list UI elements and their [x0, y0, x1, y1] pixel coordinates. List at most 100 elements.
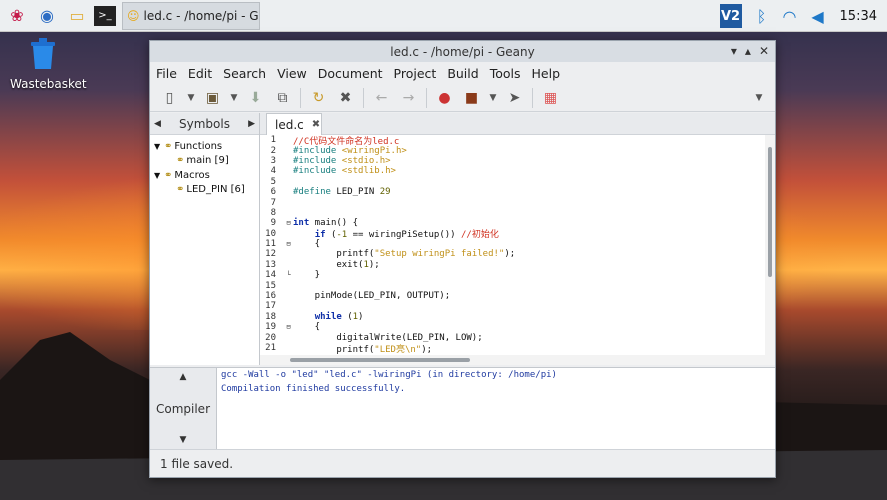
fold-margin	[284, 260, 293, 270]
code-line[interactable]: 13 exit(1);	[260, 260, 765, 270]
code-line[interactable]: 2 #include <wiringPi.h>	[260, 145, 765, 156]
toolbar-overflow-icon[interactable]: ▼	[751, 86, 767, 110]
line-number: 14	[265, 270, 276, 281]
browser-icon[interactable]: ◉	[34, 3, 60, 29]
tab-led-c[interactable]: led.c ✖	[266, 113, 322, 135]
menu-edit[interactable]: Edit	[188, 66, 212, 81]
status-text: 1 file saved.	[160, 456, 234, 471]
code-line[interactable]: 1//C代码文件命名为led.c	[260, 135, 765, 147]
editor-pane: led.c ✖ 1//C代码文件命名为led.c 2 #include <wirin…	[260, 113, 775, 365]
code-text: #include <stdlib.h>	[293, 166, 396, 177]
code-line[interactable]: 8	[260, 208, 765, 218]
clock[interactable]: 15:34	[832, 3, 887, 29]
new-dropdown-icon[interactable]: ▼	[183, 86, 199, 110]
tree-functions[interactable]: ▼ ⚭ Functions	[150, 139, 259, 154]
code-line[interactable]: 11 ⊟ {	[260, 239, 765, 249]
fold-margin	[284, 198, 293, 208]
save-all-icon[interactable]: ⧉	[269, 86, 296, 110]
window-title: led.c - /home/pi - Geany	[390, 44, 535, 59]
code-line[interactable]: 21 printf("LED亮\n");	[260, 343, 765, 355]
tree-item-led-pin[interactable]: ⚭ LED_PIN [6]	[150, 183, 259, 198]
fold-margin	[284, 177, 293, 187]
tree-item-main[interactable]: ⚭ main [9]	[150, 154, 259, 169]
vertical-scrollbar[interactable]	[765, 135, 775, 365]
close-tab-icon[interactable]: ✖	[312, 119, 320, 130]
code-line[interactable]: 3 #include <stdio.h>	[260, 156, 765, 166]
code-line[interactable]: 14 └ }	[260, 270, 765, 280]
minimize-icon[interactable]: ▾	[731, 44, 737, 58]
sidebar-next-icon[interactable]: ▶	[248, 119, 255, 129]
tree-macros[interactable]: ▼ ⚭ Macros	[150, 168, 259, 183]
compiler-output[interactable]: gcc -Wall -o "led" "led.c" -lwiringPi (i…	[217, 368, 775, 449]
code-editor[interactable]: 1//C代码文件命名为led.c 2 #include <wiringPi.h> 3 #…	[260, 135, 765, 355]
maximize-icon[interactable]: ▴	[745, 44, 751, 58]
code-line[interactable]: 16 pinMode(LED_PIN, OUTPUT);	[260, 291, 765, 301]
expand-icon[interactable]: ▼	[154, 142, 164, 151]
horizontal-scroll-thumb[interactable]	[290, 358, 470, 362]
code-line[interactable]: 15	[260, 280, 765, 291]
line-number: 7	[270, 197, 276, 208]
fold-marker-icon[interactable]: ⊟	[284, 218, 293, 228]
code-line[interactable]: 10 if (-1 == wiringPiSetup()) //初始化	[260, 229, 765, 241]
fold-marker-icon[interactable]: └	[284, 270, 293, 280]
menu-project[interactable]: Project	[394, 66, 437, 81]
message-next-icon[interactable]: ▼	[180, 435, 187, 445]
file-manager-icon[interactable]: ▭	[64, 3, 90, 29]
code-text: printf("Setup wiringPi failed!");	[293, 249, 516, 260]
menu-help[interactable]: Help	[532, 66, 561, 81]
fold-margin	[284, 135, 293, 145]
tree-functions-label: Functions	[174, 140, 223, 152]
code-line[interactable]: 7	[260, 197, 765, 208]
tab-compiler[interactable]: Compiler	[156, 402, 210, 416]
menu-view[interactable]: View	[277, 66, 307, 81]
raspberry-menu-icon[interactable]: ❀	[4, 3, 30, 29]
build-dropdown-icon[interactable]: ▼	[485, 86, 501, 110]
fold-marker-icon[interactable]: ⊟	[284, 239, 293, 249]
vnc-icon[interactable]: V2	[719, 4, 742, 28]
vertical-scroll-thumb[interactable]	[768, 147, 772, 277]
message-prev-icon[interactable]: ▲	[180, 372, 187, 382]
back-icon[interactable]: ←	[368, 86, 395, 110]
message-tabs: ▲ Compiler ▼	[150, 368, 217, 449]
color-chooser-icon[interactable]: ▦	[537, 86, 564, 110]
macro-icon: ⚭	[176, 184, 185, 196]
code-line[interactable]: 17	[260, 301, 765, 311]
line-number: 16	[265, 291, 276, 302]
code-line[interactable]: 6 #define LED_PIN 29	[260, 187, 765, 197]
wifi-icon[interactable]: ◠	[776, 3, 804, 29]
window-titlebar[interactable]: led.c - /home/pi - Geany ▾ ▴ ✕	[150, 41, 775, 62]
build-icon[interactable]: ■	[458, 86, 485, 110]
code-line[interactable]: 12 printf("Setup wiringPi failed!");	[260, 249, 765, 259]
expand-icon[interactable]: ▼	[154, 171, 164, 180]
open-dropdown-icon[interactable]: ▼	[226, 86, 242, 110]
tree-item-led-pin-label: LED_PIN [6]	[186, 184, 245, 196]
code-line[interactable]: 19 ⊟ {	[260, 322, 765, 332]
save-icon[interactable]: ⬇	[242, 86, 269, 110]
forward-icon[interactable]: →	[395, 86, 422, 110]
execute-icon[interactable]: ➤	[501, 86, 528, 110]
horizontal-scrollbar[interactable]	[260, 355, 775, 365]
menu-document[interactable]: Document	[318, 66, 383, 81]
code-line[interactable]: 5	[260, 177, 765, 187]
bluetooth-icon[interactable]: ᛒ	[748, 3, 776, 29]
menu-build[interactable]: Build	[447, 66, 478, 81]
sidebar-prev-icon[interactable]: ◀	[154, 119, 161, 129]
close-icon[interactable]: ✕	[759, 44, 769, 58]
terminal-icon[interactable]: >_	[94, 5, 116, 26]
tab-symbols[interactable]: Symbols	[179, 117, 230, 131]
close-file-icon[interactable]: ✖	[332, 86, 359, 110]
menu-tools[interactable]: Tools	[490, 66, 521, 81]
menu-search[interactable]: Search	[223, 66, 266, 81]
code-line[interactable]: 4 #include <stdlib.h>	[260, 166, 765, 176]
fold-marker-icon[interactable]: ⊟	[284, 322, 293, 332]
new-file-icon[interactable]: ▯	[156, 86, 183, 110]
taskbar-task-geany[interactable]: ☺ led.c - /home/pi - Ge...	[122, 1, 260, 30]
revert-icon[interactable]: ↻	[305, 86, 332, 110]
code-line[interactable]: 18 while (1)	[260, 312, 765, 322]
wastebasket-desktop-icon[interactable]: Wastebasket	[10, 36, 87, 91]
volume-icon[interactable]: ◀	[804, 3, 832, 29]
compile-icon[interactable]: ●	[431, 86, 458, 110]
open-file-icon[interactable]: ▣	[199, 86, 226, 110]
menu-file[interactable]: File	[156, 66, 177, 81]
code-text: if (-1 == wiringPiSetup()) //初始化	[314, 230, 499, 241]
